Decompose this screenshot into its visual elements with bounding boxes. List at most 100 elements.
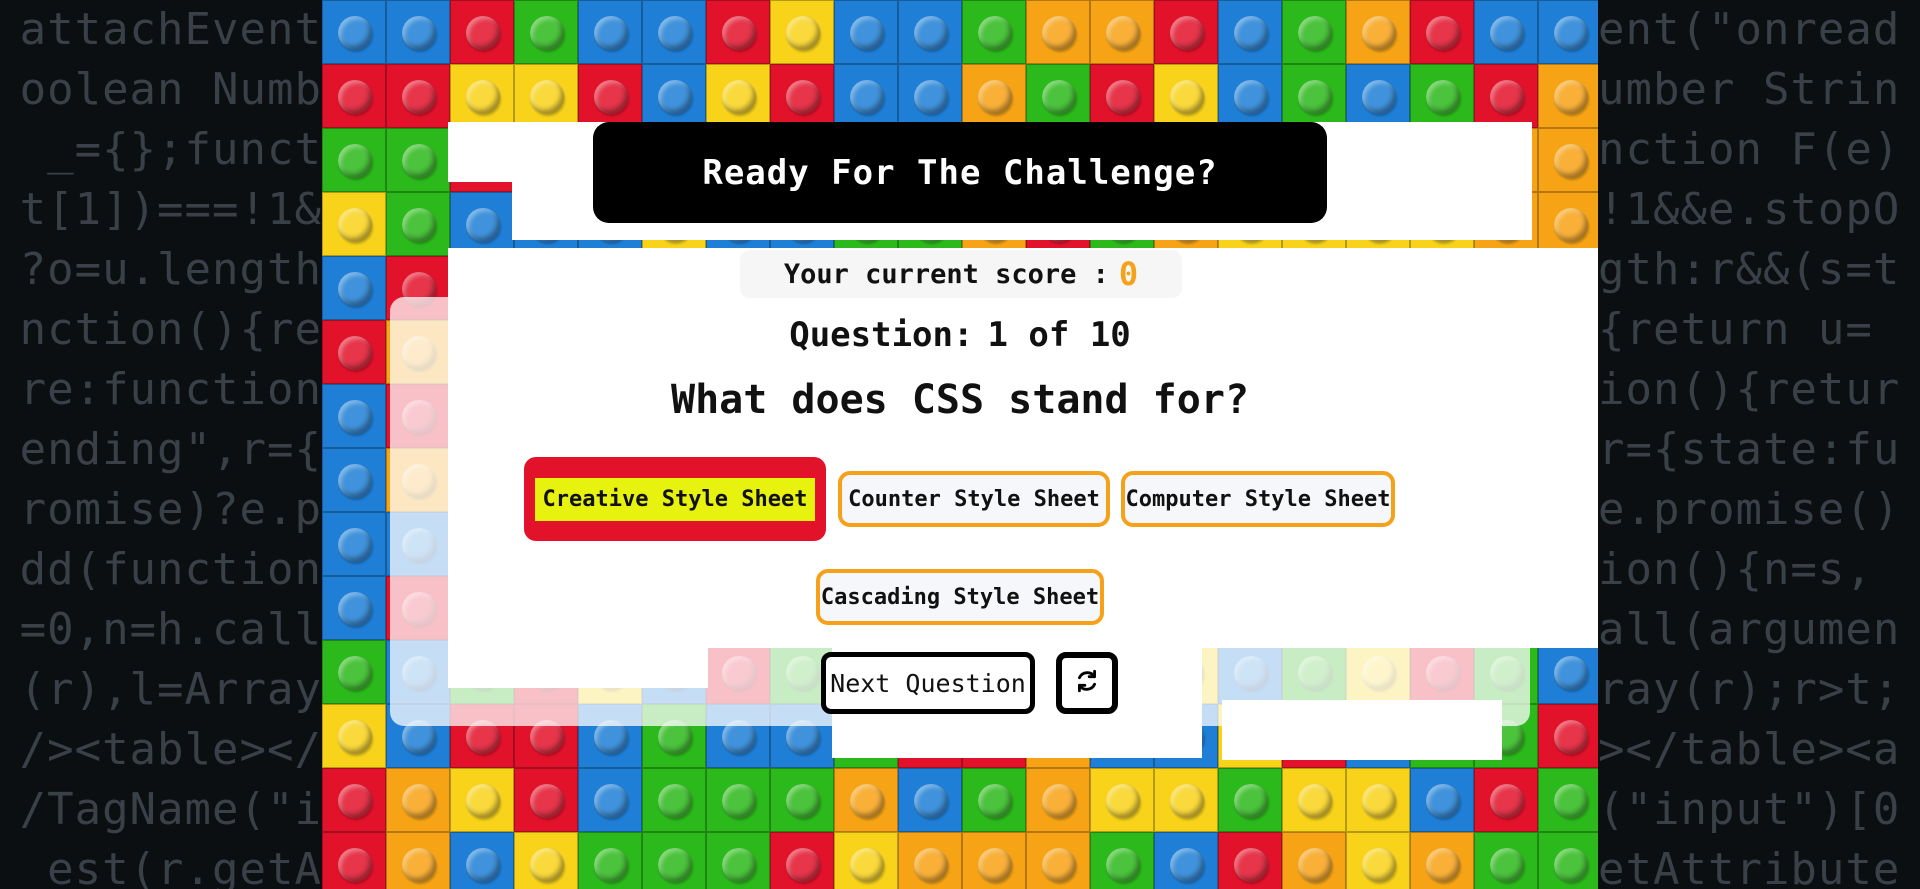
- lego-brick: [450, 768, 514, 832]
- reset-quiz-button[interactable]: [1056, 652, 1118, 714]
- lego-brick: [834, 832, 898, 889]
- answer-option-computer[interactable]: Computer Style Sheet: [1121, 471, 1395, 527]
- lego-brick: [962, 64, 1026, 128]
- lego-brick: [962, 768, 1026, 832]
- code-line: ion(){n=s,: [1598, 544, 1873, 595]
- code-line: nction(){re: [19, 304, 322, 355]
- code-line: e.promise(): [1598, 484, 1901, 535]
- lego-brick: [1154, 64, 1218, 128]
- lego-brick: [1410, 832, 1474, 889]
- lego-brick: [642, 832, 706, 889]
- lego-brick: [1090, 0, 1154, 64]
- lego-brick: [1538, 64, 1598, 128]
- lego-brick: [322, 256, 386, 320]
- lego-brick: [1026, 64, 1090, 128]
- lego-brick: [1474, 0, 1538, 64]
- code-line: =0,n=h.call: [19, 604, 322, 655]
- lego-brick: [322, 128, 386, 192]
- code-line: ("input")[0: [1598, 784, 1901, 835]
- lego-brick: [898, 832, 962, 889]
- lego-brick: [1090, 768, 1154, 832]
- lego-brick: [322, 704, 386, 768]
- lego-brick: [450, 832, 514, 889]
- lego-brick: [1282, 64, 1346, 128]
- lego-brick: [514, 832, 578, 889]
- lego-brick: [1346, 832, 1410, 889]
- lego-brick: [706, 768, 770, 832]
- lego-brick: [898, 64, 962, 128]
- lego-brick: [386, 832, 450, 889]
- lego-brick: [706, 64, 770, 128]
- code-line: ending",r={: [19, 424, 322, 475]
- lego-brick: [834, 768, 898, 832]
- lego-brick: [514, 768, 578, 832]
- code-line: t[1])===!1&: [19, 184, 322, 235]
- code-background-right: ent("onread umber Strin nction F(e) !1&&…: [1598, 0, 1920, 889]
- lego-brick: [706, 0, 770, 64]
- code-line: ?o=u.length: [19, 244, 322, 295]
- lego-brick: [1346, 64, 1410, 128]
- answer-label: Computer Style Sheet: [1125, 486, 1391, 512]
- code-line: ray(r);r>t;: [1598, 664, 1901, 715]
- code-line: all(argumen: [1598, 604, 1901, 655]
- code-line: gth:r&&(s=t: [1598, 244, 1901, 295]
- code-line: dd(function: [19, 544, 322, 595]
- question-progress-value: 1 of 10: [987, 315, 1131, 355]
- refresh-icon: [1074, 668, 1100, 698]
- lego-brick: [322, 320, 386, 384]
- code-line: oolean Numb: [19, 64, 322, 115]
- lego-brick: [898, 0, 962, 64]
- answer-option-counter[interactable]: Counter Style Sheet: [838, 471, 1110, 527]
- lego-brick: [1090, 832, 1154, 889]
- code-line: est(r.getA: [47, 844, 322, 889]
- question-progress: Question: 1 of 10: [760, 310, 1160, 360]
- answer-option-cascading[interactable]: Cascading Style Sheet: [816, 569, 1104, 625]
- code-line: {return u=: [1598, 304, 1873, 355]
- lego-brick: [898, 768, 962, 832]
- question-progress-label: Question:: [789, 315, 974, 355]
- lego-brick: [578, 832, 642, 889]
- lego-brick: [642, 768, 706, 832]
- lego-brick: [1410, 64, 1474, 128]
- code-background-left: attachEvent oolean Numb _={};funct t[1])…: [0, 0, 322, 889]
- lego-brick: [578, 0, 642, 64]
- lego-brick: [1346, 0, 1410, 64]
- lego-brick: [1218, 0, 1282, 64]
- lego-brick: [1282, 0, 1346, 64]
- lego-brick: [386, 768, 450, 832]
- lego-brick: [1410, 768, 1474, 832]
- next-question-button[interactable]: Next Question: [821, 652, 1035, 714]
- lego-brick: [706, 832, 770, 889]
- lego-brick: [962, 0, 1026, 64]
- lego-brick: [1538, 640, 1598, 704]
- lego-brick: [1538, 192, 1598, 256]
- lego-brick: [1090, 64, 1154, 128]
- lego-brick: [450, 64, 514, 128]
- lego-brick: [1474, 832, 1538, 889]
- lego-brick: [1218, 768, 1282, 832]
- lego-brick: [770, 768, 834, 832]
- lego-brick: [1410, 0, 1474, 64]
- lego-brick: [322, 576, 386, 640]
- lego-brick: [450, 192, 514, 256]
- lego-brick: [322, 64, 386, 128]
- lego-brick: [322, 0, 386, 64]
- lego-brick: [514, 64, 578, 128]
- lego-brick: [1474, 768, 1538, 832]
- code-line: ion(){retur: [1598, 364, 1901, 415]
- lego-brick: [322, 384, 386, 448]
- lego-brick: [1346, 768, 1410, 832]
- next-question-label: Next Question: [830, 668, 1026, 698]
- lego-brick: [1218, 64, 1282, 128]
- answer-option-creative[interactable]: Creative Style Sheet: [524, 457, 826, 541]
- code-line: ></table><a: [1598, 724, 1901, 775]
- answer-label: Cascading Style Sheet: [820, 584, 1100, 610]
- lego-brick: [1154, 768, 1218, 832]
- code-line: /TagName("i: [19, 784, 322, 835]
- lego-brick: [322, 832, 386, 889]
- code-line: !1&&e.stopO: [1598, 184, 1901, 235]
- score-value: 0: [1118, 255, 1139, 293]
- lego-brick: [642, 64, 706, 128]
- lego-brick: [1282, 832, 1346, 889]
- lego-brick: [1154, 832, 1218, 889]
